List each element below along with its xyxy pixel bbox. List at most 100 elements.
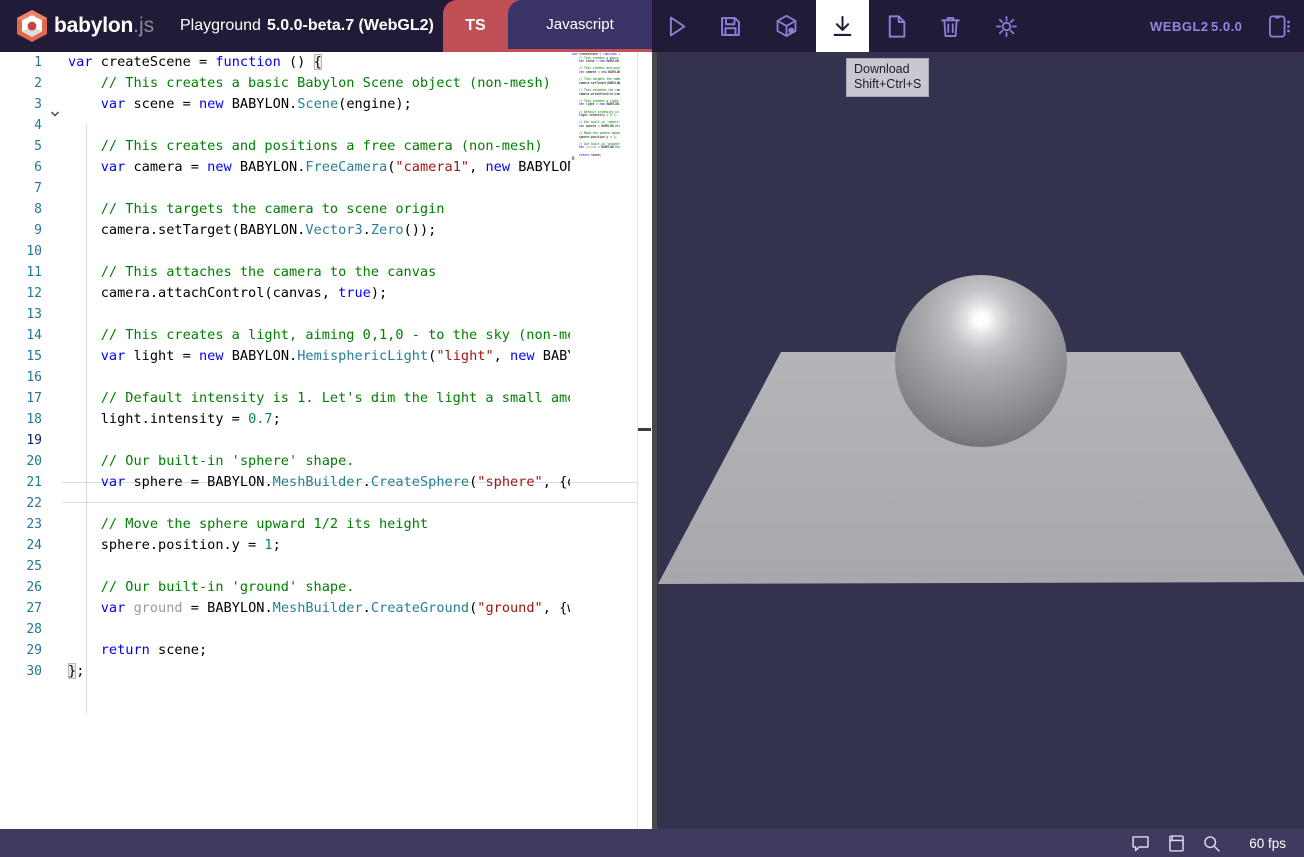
code-line-21: var sphere = BABYLON.MeshBuilder.CreateS… (572, 125, 620, 129)
line-number: 13 (0, 304, 46, 325)
code-line-29[interactable]: return scene; (68, 640, 570, 661)
code-line-12[interactable]: camera.attachControl(canvas, true); (68, 283, 570, 304)
code-line-21[interactable]: var sphere = BABYLON.MeshBuilder.CreateS… (68, 472, 570, 493)
line-number: 25 (0, 556, 46, 577)
code-line-24[interactable]: sphere.position.y = 1; (68, 535, 570, 556)
line-number: 27 (0, 598, 46, 619)
code-line-23[interactable]: // Move the sphere upward 1/2 its height (68, 514, 570, 535)
render-canvas[interactable] (657, 52, 1304, 829)
code-line-15: var light = new BABYLON.HemisphericLight… (572, 103, 620, 107)
code-line-5[interactable]: // This creates and positions a free cam… (68, 136, 570, 157)
download-button[interactable] (816, 0, 869, 52)
title-version: 5.0.0-beta.7 (WebGL2) (267, 17, 434, 35)
code-content[interactable]: var createScene = function () { // This … (68, 52, 570, 682)
settings-button[interactable] (983, 0, 1029, 52)
code-line-7[interactable] (68, 178, 570, 199)
inspector-button[interactable] (763, 0, 809, 52)
code-line-30: }; (572, 157, 620, 161)
line-number: 18 (0, 409, 46, 430)
language-version-selector[interactable]: Javascript (508, 0, 652, 49)
code-line-20[interactable]: // Our built-in 'sphere' shape. (68, 451, 570, 472)
code-line-4[interactable] (68, 115, 570, 136)
line-number: 29 (0, 640, 46, 661)
code-line-6: var camera = new BABYLON.FreeCamera("cam… (572, 71, 620, 75)
code-line-3[interactable]: var scene = new BABYLON.Scene(engine); (68, 94, 570, 115)
code-line-13[interactable] (68, 304, 570, 325)
code-line-8[interactable]: // This targets the camera to scene orig… (68, 199, 570, 220)
engine-version-label: 5.0.0 (1211, 0, 1242, 52)
logo-wordmark: babylon (54, 14, 133, 38)
download-tooltip: Download Shift+Ctrl+S (846, 58, 929, 97)
fold-chevron-icon[interactable] (49, 108, 61, 120)
save-icon (717, 13, 744, 40)
new-scene-button[interactable] (873, 0, 919, 52)
line-number: 12 (0, 283, 46, 304)
sphere-mesh (895, 275, 1067, 447)
inspector-cube-icon (773, 13, 800, 40)
line-number: 14 (0, 325, 46, 346)
code-line-22[interactable] (68, 493, 570, 514)
line-number: 20 (0, 451, 46, 472)
babylon-logo[interactable]: babylon .js (16, 0, 154, 52)
trash-icon (937, 13, 964, 40)
line-number: 24 (0, 535, 46, 556)
code-line-9[interactable]: camera.setTarget(BABYLON.Vector3.Zero())… (68, 220, 570, 241)
line-number: 22 (0, 493, 46, 514)
code-line-28[interactable] (68, 619, 570, 640)
docs-button[interactable] (1163, 831, 1189, 855)
code-line-15[interactable]: var light = new BABYLON.HemisphericLight… (68, 346, 570, 367)
line-number: 1 (0, 52, 46, 73)
minimap[interactable]: var createScene = function () { // This … (572, 53, 620, 828)
code-line-2[interactable]: // This creates a basic Babylon Scene ob… (68, 73, 570, 94)
qr-device-button[interactable] (1256, 0, 1302, 52)
typescript-toggle-button[interactable]: TS (443, 0, 508, 52)
clear-button[interactable] (927, 0, 973, 52)
code-line-14[interactable]: // This creates a light, aiming 0,1,0 - … (68, 325, 570, 346)
page-title: Playground 5.0.0-beta.7 (WebGL2) (180, 0, 434, 52)
statusbar: 60 fps (0, 829, 1304, 857)
line-number: 28 (0, 619, 46, 640)
line-number: 8 (0, 199, 46, 220)
babylon-logo-icon (16, 9, 48, 43)
code-line-30[interactable]: }; (68, 661, 570, 682)
splitter-gutter[interactable] (638, 52, 652, 829)
line-number: 15 (0, 346, 46, 367)
code-line-27[interactable]: var ground = BABYLON.MeshBuilder.CreateG… (68, 598, 570, 619)
code-line-18: light.intensity = 0.7; (572, 114, 620, 118)
inspect-button[interactable] (1198, 831, 1224, 855)
line-number: 26 (0, 577, 46, 598)
logo-suffix: .js (133, 14, 154, 38)
navbar: babylon .js Playground 5.0.0-beta.7 (Web… (0, 0, 1304, 52)
line-number: 16 (0, 367, 46, 388)
search-icon (1201, 833, 1222, 854)
line-number: 7 (0, 178, 46, 199)
code-line-12: camera.attachControl(canvas, true); (572, 93, 620, 97)
gear-icon (993, 13, 1020, 40)
code-editor[interactable]: 1234567891011121314151617181920212223242… (0, 52, 652, 829)
download-icon (829, 13, 856, 40)
save-button[interactable] (707, 0, 753, 52)
code-line-11[interactable]: // This attaches the camera to the canva… (68, 262, 570, 283)
qr-device-icon (1266, 13, 1293, 40)
code-line-16[interactable] (68, 367, 570, 388)
splitter-handle[interactable] (638, 428, 651, 431)
run-button[interactable] (653, 0, 699, 52)
line-number: 3 (0, 94, 46, 115)
line-number: 5 (0, 136, 46, 157)
fps-counter: 60 fps (1249, 829, 1286, 857)
line-number: 23 (0, 514, 46, 535)
code-line-6[interactable]: var camera = new BABYLON.FreeCamera("cam… (68, 157, 570, 178)
code-line-24: sphere.position.y = 1; (572, 136, 620, 140)
line-number: 4 (0, 115, 46, 136)
comment-bubble-icon (1130, 833, 1151, 854)
code-line-17[interactable]: // Default intensity is 1. Let's dim the… (68, 388, 570, 409)
code-line-1[interactable]: var createScene = function () { (68, 52, 570, 73)
code-line-19[interactable] (68, 430, 570, 451)
code-line-10[interactable] (68, 241, 570, 262)
code-line-25[interactable] (68, 556, 570, 577)
feedback-button[interactable] (1127, 831, 1153, 855)
code-line-18[interactable]: light.intensity = 0.7; (68, 409, 570, 430)
book-icon (1166, 833, 1187, 854)
tooltip-shortcut: Shift+Ctrl+S (854, 77, 921, 92)
code-line-26[interactable]: // Our built-in 'ground' shape. (68, 577, 570, 598)
